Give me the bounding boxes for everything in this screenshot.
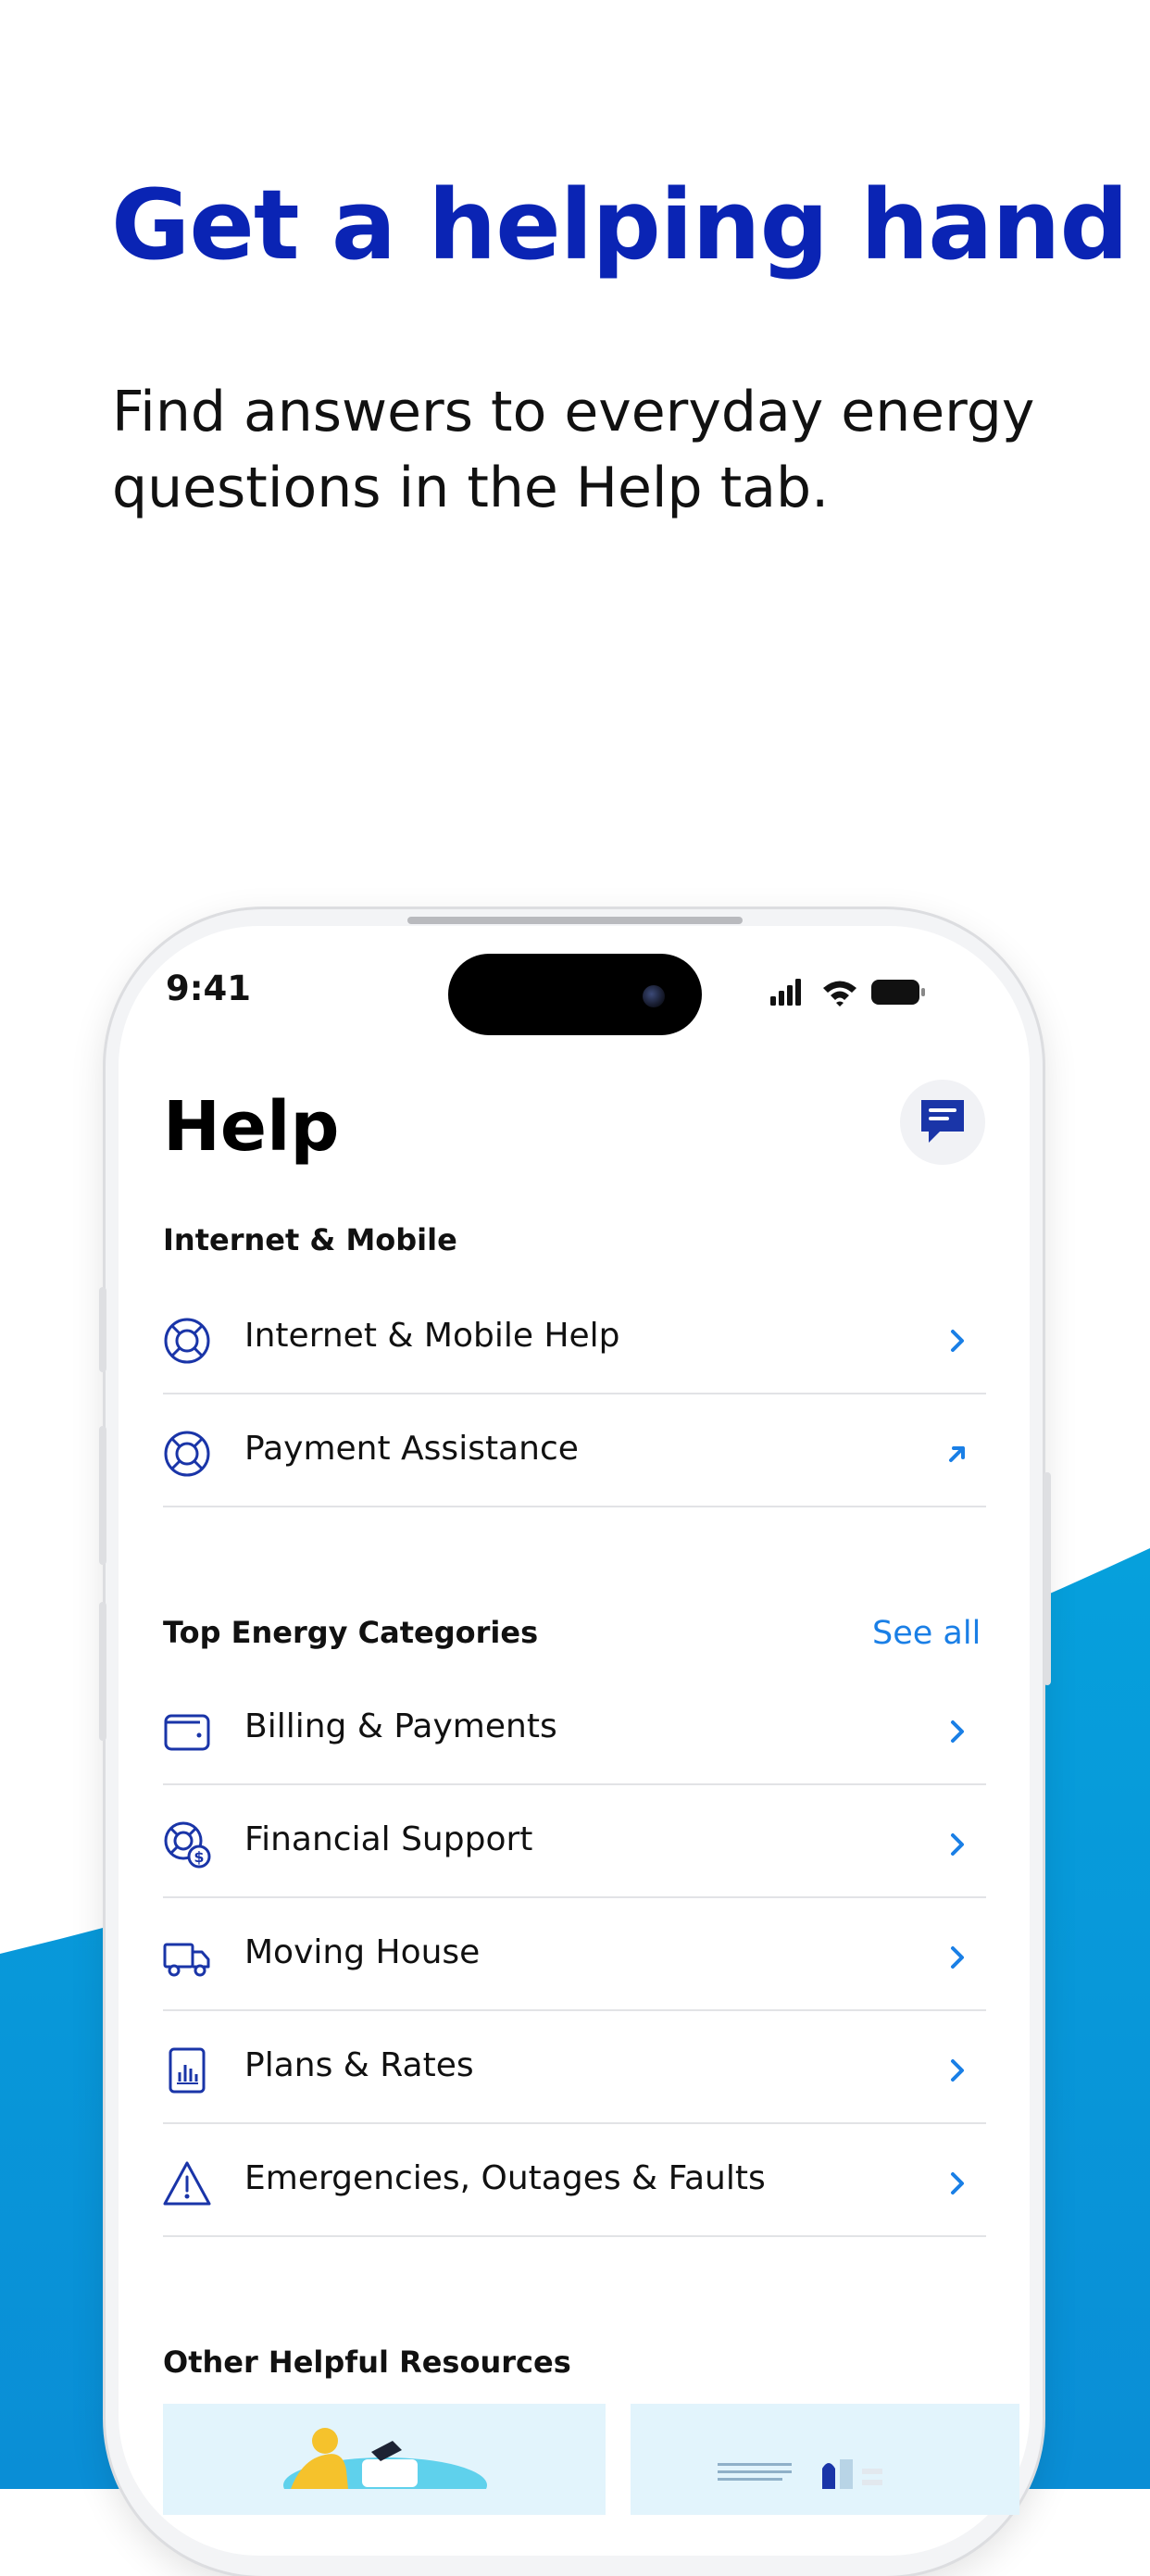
list-item-billing-payments[interactable]: Billing & Payments: [163, 1672, 986, 1785]
wallet-icon: [164, 1714, 210, 1751]
battery-icon: [871, 980, 925, 1005]
list-item-label: Billing & Payments: [244, 1707, 557, 1745]
chevron-right-icon: [951, 1833, 964, 1856]
lifebuoy-dollar-icon: $: [164, 1821, 211, 1869]
lifebuoy-icon: [164, 1318, 210, 1364]
list-item-label: Moving House: [244, 1933, 481, 1971]
chevron-right-icon: [951, 1946, 964, 1969]
help-title: Help: [163, 1087, 340, 1167]
status-time: 9:41: [165, 969, 252, 1008]
phone-power-button: [1044, 1472, 1051, 1685]
chevron-right-icon: [951, 2172, 964, 2195]
phone-side-button: [99, 1287, 106, 1372]
list-item-label: Financial Support: [244, 1820, 533, 1858]
illustration-items-card: [718, 2459, 882, 2489]
signal-icon: [770, 979, 801, 1006]
divider: [163, 2235, 986, 2237]
chat-bubble-icon: [921, 1100, 964, 1143]
illustration-person-card: [283, 2428, 487, 2513]
chevron-right-icon: [951, 1330, 964, 1352]
list-item-label: Internet & Mobile Help: [244, 1317, 620, 1355]
see-all-link[interactable]: See all: [872, 1615, 981, 1652]
chevron-right-icon: [951, 1720, 964, 1743]
truck-icon: [163, 1943, 210, 1977]
list-item-internet-mobile-help[interactable]: Internet & Mobile Help: [163, 1282, 986, 1394]
list-item-label: Payment Assistance: [244, 1430, 579, 1468]
resource-card[interactable]: [163, 2404, 606, 2515]
document-chart-icon: [169, 2047, 206, 2094]
resource-card[interactable]: [631, 2404, 1019, 2515]
phone-side-button: [99, 1602, 106, 1741]
phone-side-button: [99, 1426, 106, 1565]
internet-mobile-section-label: Internet & Mobile: [163, 1222, 457, 1257]
lifebuoy-icon: [164, 1431, 210, 1477]
wifi-icon: [823, 981, 856, 1007]
list-item-label: Emergencies, Outages & Faults: [244, 2159, 766, 2197]
divider: [163, 1506, 986, 1507]
energy-section-label: Top Energy Categories: [163, 1615, 539, 1650]
chevron-right-icon: [951, 2059, 964, 2082]
list-item-moving-house[interactable]: Moving House: [163, 1898, 986, 2011]
phone-speaker-slit: [407, 917, 743, 924]
chat-button[interactable]: [900, 1080, 985, 1165]
list-item-payment-assistance[interactable]: Payment Assistance: [163, 1394, 986, 1507]
svg-text:$: $: [194, 1848, 204, 1866]
camera-lens: [643, 985, 665, 1007]
list-item-emergencies-outages-faults[interactable]: Emergencies, Outages & Faults: [163, 2124, 986, 2237]
list-item-financial-support[interactable]: $ Financial Support: [163, 1785, 986, 1898]
external-link-icon: [949, 1446, 965, 1462]
list-item-label: Plans & Rates: [244, 2046, 474, 2084]
list-item-plans-rates[interactable]: Plans & Rates: [163, 2011, 986, 2124]
resources-section-label: Other Helpful Resources: [163, 2345, 571, 2380]
warning-icon: [163, 2161, 211, 2206]
status-icons: [770, 979, 925, 1007]
